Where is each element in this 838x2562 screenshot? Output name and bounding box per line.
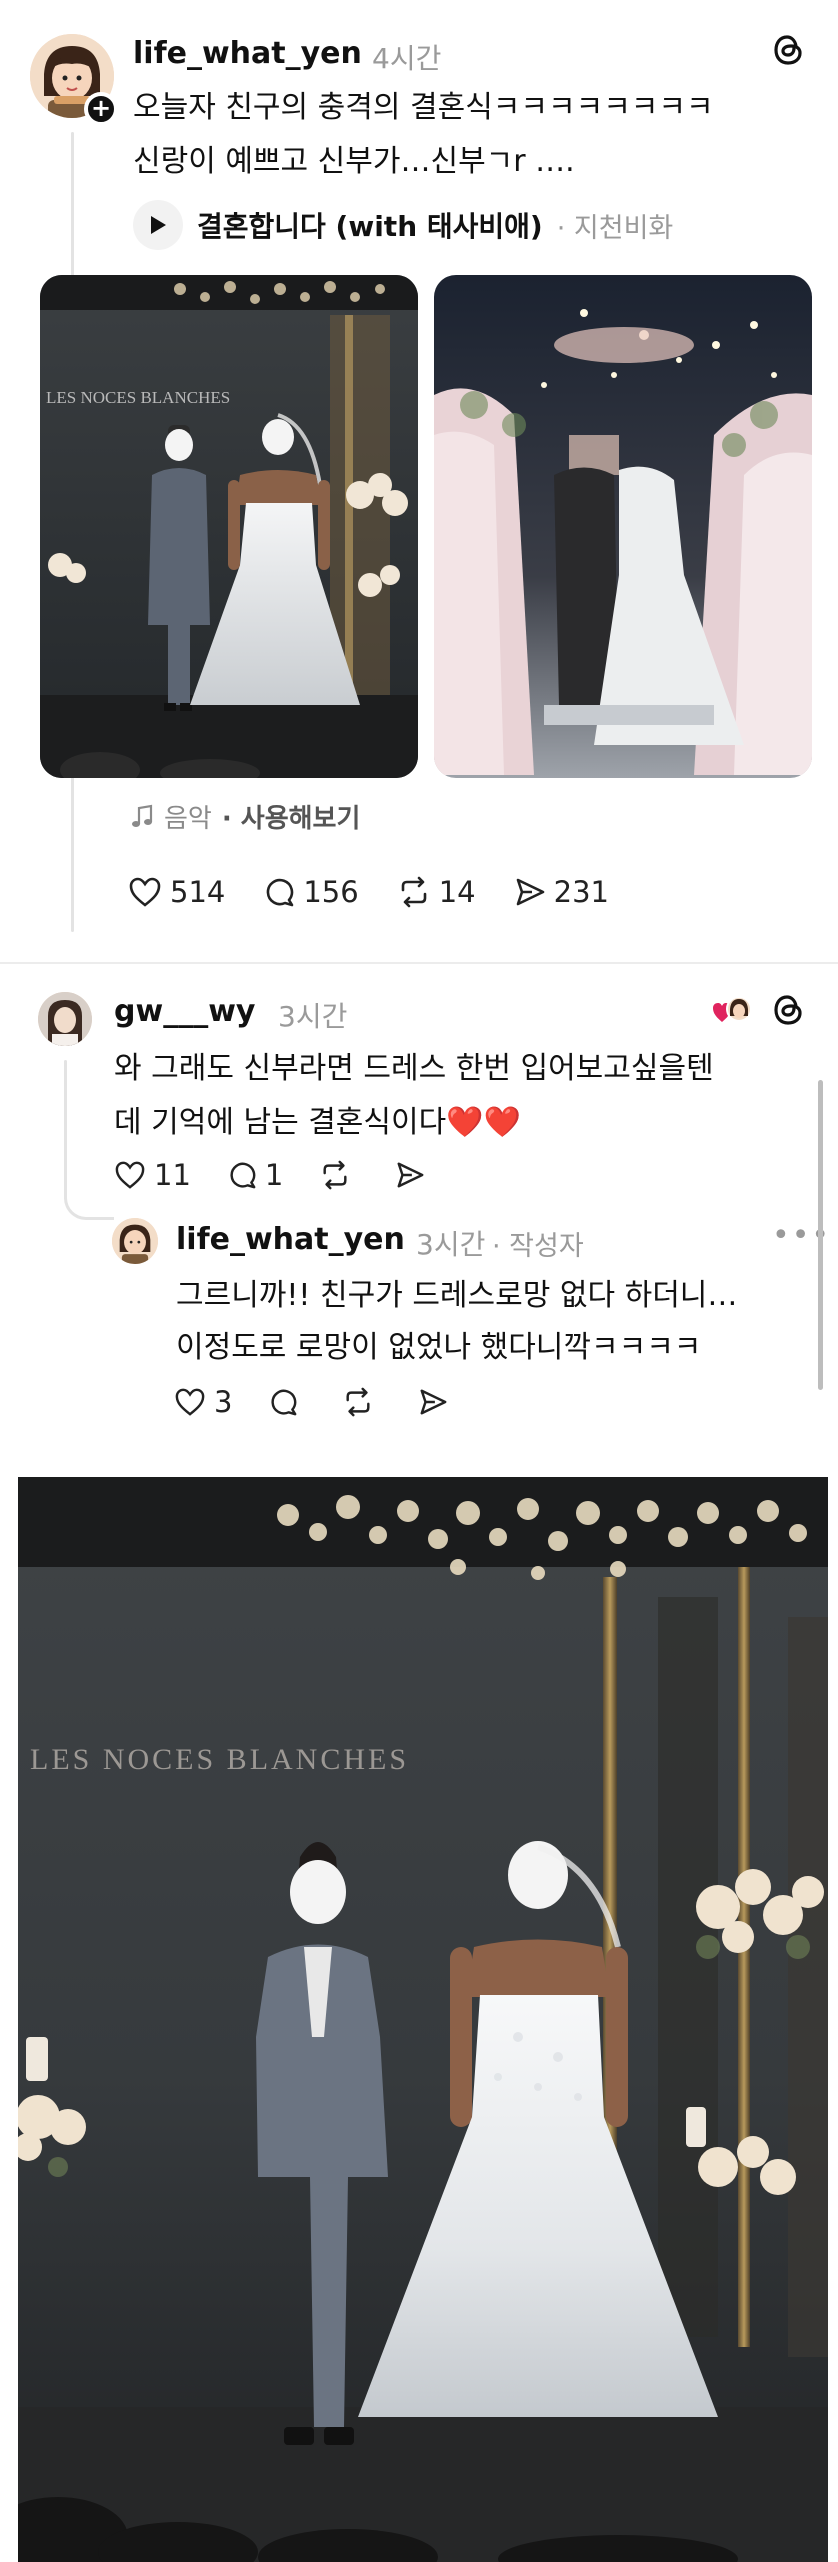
repost-icon — [346, 1387, 370, 1417]
threads-logo-icon[interactable] — [770, 32, 806, 77]
heart-icon — [129, 877, 161, 907]
audio-label: 음악 — [164, 804, 212, 834]
reply1-text-line1: 와 그래도 신부라면 드레스 한번 입어보고싶을텐 — [114, 1051, 714, 1086]
reply2-like-button[interactable]: 3 — [174, 1385, 232, 1419]
music-title: 결혼합니다 (with 태사비애) — [197, 210, 543, 243]
post-time: 4시간 — [372, 42, 442, 75]
photo1-sign-text: LES NOCES BLANCHES — [46, 388, 230, 407]
share-button[interactable]: 231 — [514, 875, 609, 909]
music-attachment[interactable]: 결혼합니다 (with 태사비애) · 지천비화 — [133, 200, 673, 250]
music-artist: · 지천비화 — [556, 212, 674, 244]
reply2-comment-button[interactable] — [268, 1387, 298, 1417]
repost-icon — [401, 876, 427, 908]
share-icon — [516, 878, 544, 906]
reply2-like-count: 3 — [214, 1385, 233, 1419]
like-count: 514 — [170, 875, 226, 909]
post-text-line2: 신랑이 예쁘고 신부가…신부ㄱr …. — [133, 144, 575, 179]
liked-by-author-icon — [712, 994, 752, 1028]
music-note-icon — [132, 804, 153, 827]
reply1-avatar[interactable] — [38, 992, 92, 1046]
large-photo-sign-text: LES NOCES BLANCHES — [30, 1743, 409, 1776]
post-photo-1[interactable]: LES NOCES BLANCHES — [40, 275, 418, 778]
post-text-line1: 오늘자 친구의 충격의 결혼식ㅋㅋㅋㅋㅋㅋㅋㅋ — [133, 90, 714, 125]
reply2-actions: 3 — [174, 1385, 448, 1419]
reply1-comment-button[interactable]: 1 — [227, 1158, 283, 1192]
post-actions: 514 156 14 231 — [128, 875, 609, 909]
reply2-avatar[interactable] — [112, 1218, 158, 1264]
divider — [0, 962, 838, 964]
heart-icon — [175, 1388, 205, 1416]
comment-button[interactable]: 156 — [263, 875, 359, 909]
reply1-actions: 11 1 — [114, 1158, 425, 1192]
reply1-time: 3시간 — [278, 1000, 348, 1033]
large-wedding-photo: LES NOCES BLANCHES — [18, 1477, 828, 2562]
reply1-like-count: 11 — [154, 1158, 191, 1192]
reply1-comment-count: 1 — [264, 1158, 284, 1192]
heart-icon — [115, 1161, 145, 1189]
reply2-text-line2: 이정도로 로망이 없었나 했다니깍ㅋㅋㅋㅋ — [176, 1330, 702, 1365]
share-icon — [397, 1162, 424, 1188]
reply1-like-button[interactable]: 11 — [114, 1158, 191, 1192]
play-icon[interactable] — [133, 200, 183, 250]
author-tag: · 작성자 — [492, 1231, 584, 1262]
follow-plus-icon[interactable]: + — [84, 92, 118, 126]
reply1-repost-button[interactable] — [319, 1160, 351, 1190]
comment-icon — [267, 878, 294, 907]
post-username[interactable]: life_what_yen — [133, 36, 362, 71]
share-icon — [420, 1389, 447, 1415]
audio-row[interactable]: 음악 · 사용해보기 — [130, 798, 360, 835]
reply-connector — [64, 1180, 114, 1220]
reply-thread-line — [64, 1060, 67, 1200]
reply1-text-line2: 데 기억에 남는 결혼식이다❤️❤️ — [114, 1105, 521, 1140]
post-photo-2[interactable] — [434, 275, 812, 778]
comment-count: 156 — [303, 875, 359, 909]
reply2-text-line1: 그르니까!! 친구가 드레스로망 없다 하더니… — [176, 1278, 738, 1313]
repost-button[interactable]: 14 — [397, 875, 476, 909]
comment-icon — [271, 1389, 297, 1416]
reply2-username[interactable]: life_what_yen — [176, 1222, 405, 1257]
audio-use-link[interactable]: · 사용해보기 — [222, 798, 361, 835]
comment-icon — [230, 1162, 256, 1189]
reply2-time: 3시간 — [416, 1228, 486, 1261]
scrollbar[interactable] — [818, 1080, 823, 1390]
like-button[interactable]: 514 — [128, 875, 225, 909]
reply2-share-button[interactable] — [418, 1387, 448, 1417]
repost-icon — [323, 1160, 347, 1190]
reply2-repost-button[interactable] — [342, 1387, 374, 1417]
reply1-username[interactable]: gw___wy — [114, 994, 255, 1029]
share-count: 231 — [553, 875, 609, 909]
threads-logo-icon[interactable] — [770, 992, 806, 1032]
reply1-share-button[interactable] — [395, 1160, 425, 1190]
repost-count: 14 — [438, 875, 476, 909]
